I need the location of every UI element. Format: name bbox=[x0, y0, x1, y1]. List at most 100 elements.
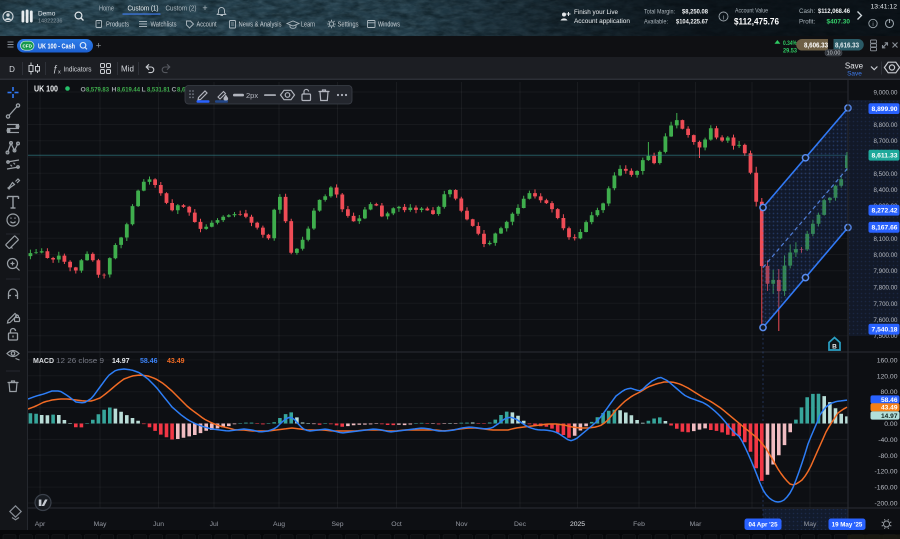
svg-text:UK 100 - Cash: UK 100 - Cash bbox=[38, 43, 75, 50]
svg-text:Watchlists: Watchlists bbox=[151, 21, 177, 28]
svg-text:7,800.00: 7,800.00 bbox=[874, 285, 898, 292]
svg-text:Indicators: Indicators bbox=[64, 65, 92, 74]
svg-text:$112,068.46: $112,068.46 bbox=[818, 8, 850, 15]
svg-text:Aug: Aug bbox=[273, 521, 285, 528]
svg-text:8,606.33: 8,606.33 bbox=[804, 42, 828, 49]
svg-text:Account: Account bbox=[197, 21, 217, 28]
svg-text:-160.00: -160.00 bbox=[874, 485, 897, 492]
svg-text:Oct: Oct bbox=[391, 521, 402, 528]
svg-text:Windows: Windows bbox=[378, 21, 400, 28]
svg-text:7,900.00: 7,900.00 bbox=[874, 268, 898, 275]
svg-text:Custom (1): Custom (1) bbox=[128, 6, 159, 13]
svg-text:8,400.00: 8,400.00 bbox=[874, 187, 898, 194]
svg-text:8,700.00: 8,700.00 bbox=[874, 138, 898, 145]
svg-text:58.46: 58.46 bbox=[140, 358, 158, 365]
svg-text:May: May bbox=[804, 521, 817, 528]
svg-text:Products: Products bbox=[106, 21, 129, 28]
svg-text:120.00: 120.00 bbox=[877, 373, 898, 380]
svg-text:43.49: 43.49 bbox=[881, 405, 898, 412]
svg-text:Mid: Mid bbox=[121, 65, 134, 74]
svg-text:Learn: Learn bbox=[301, 21, 315, 28]
svg-text:Account application: Account application bbox=[574, 18, 630, 25]
svg-text:Jun: Jun bbox=[153, 521, 164, 528]
svg-text:14822236: 14822236 bbox=[38, 19, 62, 25]
svg-text:7,700.00: 7,700.00 bbox=[874, 301, 898, 308]
svg-text:Sep: Sep bbox=[331, 521, 343, 528]
svg-text:29.53: 29.53 bbox=[783, 48, 797, 55]
svg-text:8,800.00: 8,800.00 bbox=[874, 122, 898, 129]
svg-text:$104,225.67: $104,225.67 bbox=[676, 19, 708, 26]
svg-text:+: + bbox=[202, 3, 207, 13]
svg-text:May: May bbox=[94, 521, 107, 528]
svg-text:Jul: Jul bbox=[210, 521, 219, 528]
svg-text:H: H bbox=[112, 87, 117, 94]
svg-text:04 Apr '25: 04 Apr '25 bbox=[748, 522, 778, 529]
svg-text:Custom (2): Custom (2) bbox=[166, 6, 197, 13]
svg-text:i: i bbox=[723, 14, 724, 21]
svg-text:14.97: 14.97 bbox=[112, 358, 130, 365]
svg-text:Account Value: Account Value bbox=[735, 8, 768, 15]
svg-text:12 26 close 9: 12 26 close 9 bbox=[56, 358, 104, 365]
svg-text:B: B bbox=[832, 343, 837, 350]
svg-text:-40.00: -40.00 bbox=[878, 437, 897, 444]
svg-text:-120.00: -120.00 bbox=[874, 469, 897, 476]
svg-text:2px: 2px bbox=[246, 91, 258, 100]
svg-text:8,500.00: 8,500.00 bbox=[874, 171, 898, 178]
svg-text:Demo: Demo bbox=[38, 11, 56, 18]
svg-text:8,616.33: 8,616.33 bbox=[835, 42, 859, 49]
svg-text:D: D bbox=[9, 65, 15, 74]
svg-text:8,531.81: 8,531.81 bbox=[147, 87, 170, 94]
svg-text:L: L bbox=[142, 87, 146, 94]
svg-text:8,272.42: 8,272.42 bbox=[872, 208, 898, 215]
svg-text:$112,475.76: $112,475.76 bbox=[734, 17, 779, 28]
svg-text:Settings: Settings bbox=[338, 21, 359, 28]
svg-text:10.00: 10.00 bbox=[827, 51, 841, 57]
svg-text:Apr: Apr bbox=[35, 521, 46, 528]
svg-text:Dec: Dec bbox=[514, 521, 527, 528]
svg-text:i: i bbox=[872, 22, 873, 28]
svg-text:Cash:: Cash: bbox=[799, 8, 815, 15]
svg-text:14.97: 14.97 bbox=[881, 413, 898, 420]
svg-text:58.46: 58.46 bbox=[881, 397, 898, 404]
svg-text:x: x bbox=[58, 70, 61, 76]
svg-text:160.00: 160.00 bbox=[877, 357, 898, 364]
svg-text:Finish your Live: Finish your Live bbox=[574, 9, 618, 16]
svg-text:Home: Home bbox=[99, 6, 114, 13]
svg-text:O: O bbox=[81, 87, 86, 94]
svg-text:UK 100: UK 100 bbox=[34, 84, 58, 94]
svg-text:Mar: Mar bbox=[690, 521, 702, 528]
svg-text:8,619.44: 8,619.44 bbox=[117, 87, 140, 94]
svg-text:+: + bbox=[96, 41, 102, 52]
svg-text:$8,250.08: $8,250.08 bbox=[682, 9, 708, 16]
svg-text:2025: 2025 bbox=[570, 521, 585, 528]
svg-text:$407.30: $407.30 bbox=[827, 19, 851, 26]
svg-text:CFD: CFD bbox=[22, 44, 32, 49]
svg-text:-200.00: -200.00 bbox=[874, 501, 897, 508]
svg-text:Nov: Nov bbox=[455, 521, 468, 528]
svg-text:8,611.33: 8,611.33 bbox=[872, 153, 898, 160]
svg-text:8,579.83: 8,579.83 bbox=[86, 87, 109, 94]
svg-text:13:41:12: 13:41:12 bbox=[871, 4, 898, 11]
svg-text:News & Analysis: News & Analysis bbox=[239, 21, 282, 28]
svg-text:Save: Save bbox=[847, 71, 862, 78]
svg-text:-80.00: -80.00 bbox=[878, 453, 897, 460]
svg-text:Profit:: Profit: bbox=[799, 19, 815, 26]
svg-text:19 May '25: 19 May '25 bbox=[832, 522, 863, 529]
svg-text:0.34%: 0.34% bbox=[783, 40, 797, 47]
svg-text:43.49: 43.49 bbox=[167, 358, 185, 365]
svg-text:8,899.90: 8,899.90 bbox=[872, 106, 898, 113]
svg-text:C: C bbox=[172, 87, 177, 94]
svg-text:9,000.00: 9,000.00 bbox=[874, 90, 898, 97]
svg-text:7,600.00: 7,600.00 bbox=[874, 317, 898, 324]
svg-text:8,167.66: 8,167.66 bbox=[872, 225, 898, 232]
svg-text:MACD: MACD bbox=[33, 358, 54, 365]
svg-text:8,000.00: 8,000.00 bbox=[874, 252, 898, 259]
svg-text:0.00: 0.00 bbox=[884, 421, 897, 428]
svg-text:7,540.18: 7,540.18 bbox=[872, 327, 898, 334]
svg-text:80.00: 80.00 bbox=[880, 389, 897, 396]
svg-text:Save: Save bbox=[845, 62, 864, 71]
svg-text:8,100.00: 8,100.00 bbox=[874, 236, 898, 243]
svg-text:Feb: Feb bbox=[633, 521, 645, 528]
svg-text:Available:: Available: bbox=[644, 19, 668, 26]
svg-text:Total Margin:: Total Margin: bbox=[644, 9, 675, 16]
